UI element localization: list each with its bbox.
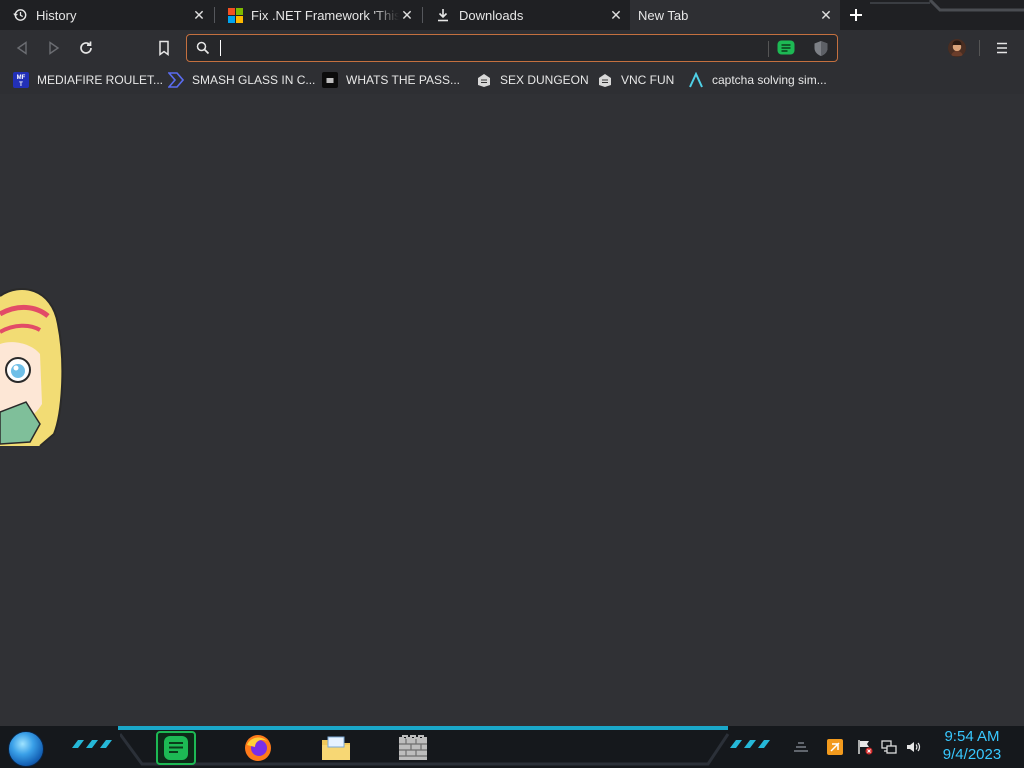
wall-app-icon	[399, 735, 427, 760]
action-center-flag-icon[interactable]	[856, 738, 874, 756]
bookmark-label: SEX DUNGEON	[500, 73, 589, 87]
bookmark-label: WHATS THE PASS...	[346, 73, 461, 87]
taskbar: 9:54 AM 9/4/2023	[0, 726, 1024, 768]
cartoon-character-image	[0, 288, 64, 447]
close-icon[interactable]: ✕	[399, 7, 415, 23]
reload-icon	[80, 41, 92, 54]
back-arrow-icon	[16, 41, 27, 55]
bookmark-item[interactable]: SMASH GLASS IN C...	[168, 71, 315, 89]
clock-date: 9/4/2023	[942, 746, 1002, 763]
tab-net-framework[interactable]: Fix .NET Framework 'This app ✕	[215, 0, 421, 30]
taskbar-wall-app[interactable]	[393, 731, 433, 765]
address-divider	[768, 41, 769, 57]
microsoft-logo-icon	[227, 7, 243, 23]
svg-text:T: T	[19, 82, 23, 88]
forward-arrow-icon	[49, 41, 60, 55]
close-icon[interactable]: ✕	[608, 7, 624, 23]
decorative-chevrons	[730, 740, 770, 748]
dungeon-icon	[476, 72, 492, 88]
browser-window: History ✕ Fix .NET Framework 'This app ✕…	[0, 0, 1024, 726]
tray-chevrons-icon[interactable]	[792, 738, 810, 756]
taskbar-clock[interactable]: 9:54 AM 9/4/2023	[936, 728, 1008, 764]
notes-app-icon	[164, 736, 188, 760]
menu-icon[interactable]	[993, 39, 1011, 57]
taskbar-firefox[interactable]	[238, 731, 278, 765]
dark-square-icon	[322, 72, 338, 88]
bookmark-label: captcha solving sim...	[712, 73, 827, 87]
address-bar[interactable]	[186, 34, 838, 62]
download-icon	[435, 7, 451, 23]
tray-app-icon[interactable]	[826, 738, 844, 756]
taskbar-notes-app[interactable]	[156, 731, 196, 765]
tab-title: Downloads	[459, 7, 524, 23]
dungeon-icon	[597, 72, 613, 88]
bookmark-item[interactable]: WHATS THE PASS...	[322, 71, 460, 89]
tab-strip: History ✕ Fix .NET Framework 'This app ✕…	[0, 0, 1024, 30]
tab-history[interactable]: History ✕	[0, 0, 213, 30]
tab-title: Fix .NET Framework 'This app	[251, 7, 399, 23]
new-tab-button[interactable]	[845, 4, 867, 26]
bookmark-item[interactable]: captcha solving sim...	[688, 71, 827, 89]
tab-new-tab[interactable]: New Tab ✕	[630, 0, 840, 30]
chevron-logo-icon	[168, 72, 184, 88]
toolbar-divider	[979, 40, 980, 56]
text-caret	[220, 40, 221, 56]
bookmark-item[interactable]: SEX DUNGEON	[476, 71, 589, 89]
new-tab-content	[0, 94, 1024, 726]
back-button[interactable]	[10, 36, 34, 60]
network-icon[interactable]	[880, 738, 898, 756]
tab-title: New Tab	[638, 7, 689, 23]
bookmark-icon	[159, 40, 169, 56]
svg-text:MF: MF	[17, 75, 26, 81]
forward-button[interactable]	[42, 36, 66, 60]
profile-avatar[interactable]	[948, 39, 966, 57]
start-button[interactable]	[8, 731, 44, 767]
notes-extension-icon[interactable]	[777, 40, 795, 56]
tab-downloads[interactable]: Downloads ✕	[423, 0, 630, 30]
bookmark-label: SMASH GLASS IN C...	[192, 73, 316, 87]
decorative-chevrons	[72, 740, 112, 748]
address-input[interactable]	[219, 38, 759, 58]
volume-icon[interactable]	[904, 738, 922, 756]
bookmark-label: MEDIAFIRE ROULET...	[37, 73, 164, 87]
reload-button[interactable]	[74, 36, 98, 60]
lambda-icon	[688, 72, 704, 88]
taskbar-file-explorer[interactable]	[316, 731, 356, 765]
tab-title: History	[36, 7, 77, 23]
bookmark-button[interactable]	[152, 36, 176, 60]
close-icon[interactable]: ✕	[191, 7, 207, 23]
bookmarks-bar: MF T MEDIAFIRE ROULET... SMASH GLASS IN C…	[0, 66, 1024, 94]
close-icon[interactable]: ✕	[818, 7, 834, 23]
file-explorer-icon	[322, 736, 350, 760]
theme-decoration	[870, 0, 1024, 12]
firefox-icon	[245, 735, 271, 761]
history-icon	[12, 7, 28, 23]
shield-extension-icon[interactable]	[813, 40, 829, 57]
bookmark-label: VNC FUN	[621, 73, 675, 87]
clock-time: 9:54 AM	[944, 728, 1000, 745]
bookmark-item[interactable]: MF T MEDIAFIRE ROULET...	[13, 71, 163, 89]
search-icon	[196, 41, 210, 55]
toolbar	[0, 30, 1024, 66]
mediafire-icon: MF T	[13, 72, 29, 88]
bookmark-item[interactable]: VNC FUN	[597, 71, 674, 89]
